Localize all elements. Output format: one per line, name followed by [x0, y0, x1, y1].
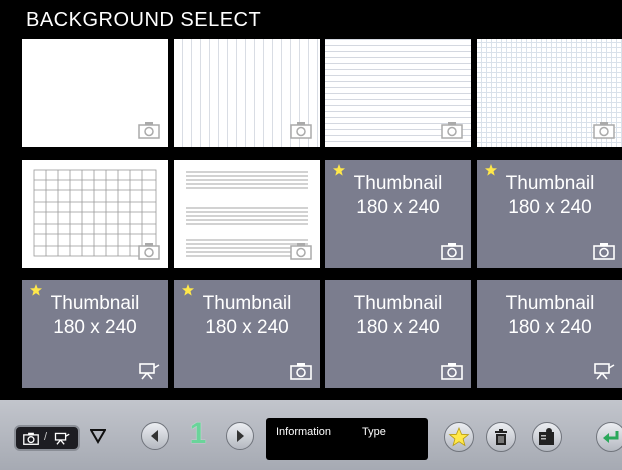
camera-icon [593, 122, 615, 139]
projector-icon [54, 432, 70, 445]
thumbnail-size: 180 x 240 [508, 317, 592, 338]
camera-icon [441, 122, 463, 139]
thumbnail-tile[interactable]: Thumbnail 180 x 240 [325, 280, 471, 388]
next-page-button[interactable] [226, 422, 254, 450]
background-tile-music-grid[interactable] [22, 160, 168, 268]
background-tile-grid[interactable] [477, 39, 622, 147]
background-tile-horizontal-lines[interactable] [325, 39, 471, 147]
background-tile-blank[interactable] [22, 39, 168, 147]
thumbnail-label: Thumbnail [353, 293, 443, 314]
background-tile-vertical-lines[interactable] [174, 39, 320, 147]
user-info-button[interactable] [532, 422, 562, 452]
star-icon [448, 426, 470, 447]
return-arrow-icon [603, 431, 619, 443]
favorite-button[interactable] [444, 422, 474, 452]
prev-page-button[interactable] [141, 422, 169, 450]
thumbnail-size: 180 x 240 [205, 317, 289, 338]
thumbnail-size: 180 x 240 [356, 317, 440, 338]
thumbnail-tile[interactable]: Thumbnail 180 x 240 [22, 280, 168, 388]
camera-icon [138, 122, 160, 139]
user-card-icon [539, 428, 554, 445]
projector-icon [594, 363, 615, 380]
delete-button[interactable] [486, 422, 516, 452]
camera-icon [441, 243, 463, 260]
camera-icon [23, 432, 39, 445]
info-panel: Information Type [266, 418, 428, 460]
thumbnail-size: 180 x 240 [356, 197, 440, 218]
thumbnail-tile[interactable]: Thumbnail 180 x 240 [325, 160, 471, 268]
dropdown-triangle-icon[interactable] [90, 428, 106, 444]
thumbnail-size: 180 x 240 [53, 317, 137, 338]
type-label: Type [362, 426, 386, 438]
source-mode-toggle[interactable]: / [14, 425, 80, 451]
background-tile-staff-lines[interactable] [174, 160, 320, 268]
chevron-left-icon [151, 430, 158, 442]
return-button[interactable] [596, 422, 622, 452]
thumbnail-label: Thumbnail [505, 293, 595, 314]
thumbnail-label: Thumbnail [505, 173, 595, 194]
information-label: Information [276, 426, 332, 438]
camera-icon [290, 122, 312, 139]
chevron-right-icon [237, 430, 244, 442]
page-number: 1 [189, 417, 207, 450]
mode-separator: / [44, 431, 48, 443]
thumbnail-label: Thumbnail [353, 173, 443, 194]
camera-icon [290, 363, 312, 380]
thumbnail-label: Thumbnail [202, 293, 292, 314]
camera-icon [290, 243, 312, 260]
camera-icon [593, 243, 615, 260]
projector-icon [139, 363, 160, 380]
thumbnail-size: 180 x 240 [508, 197, 592, 218]
thumbnail-tile[interactable]: Thumbnail 180 x 240 [477, 160, 622, 268]
camera-icon [441, 363, 463, 380]
thumbnail-tile[interactable]: Thumbnail 180 x 240 [174, 280, 320, 388]
thumbnail-label: Thumbnail [50, 293, 140, 314]
camera-icon [138, 243, 160, 260]
trash-icon [495, 429, 507, 445]
thumbnail-tile[interactable]: Thumbnail 180 x 240 [477, 280, 622, 388]
background-grid: Thumbnail 180 x 240 Thumbnail 180 x 240 … [0, 0, 622, 400]
